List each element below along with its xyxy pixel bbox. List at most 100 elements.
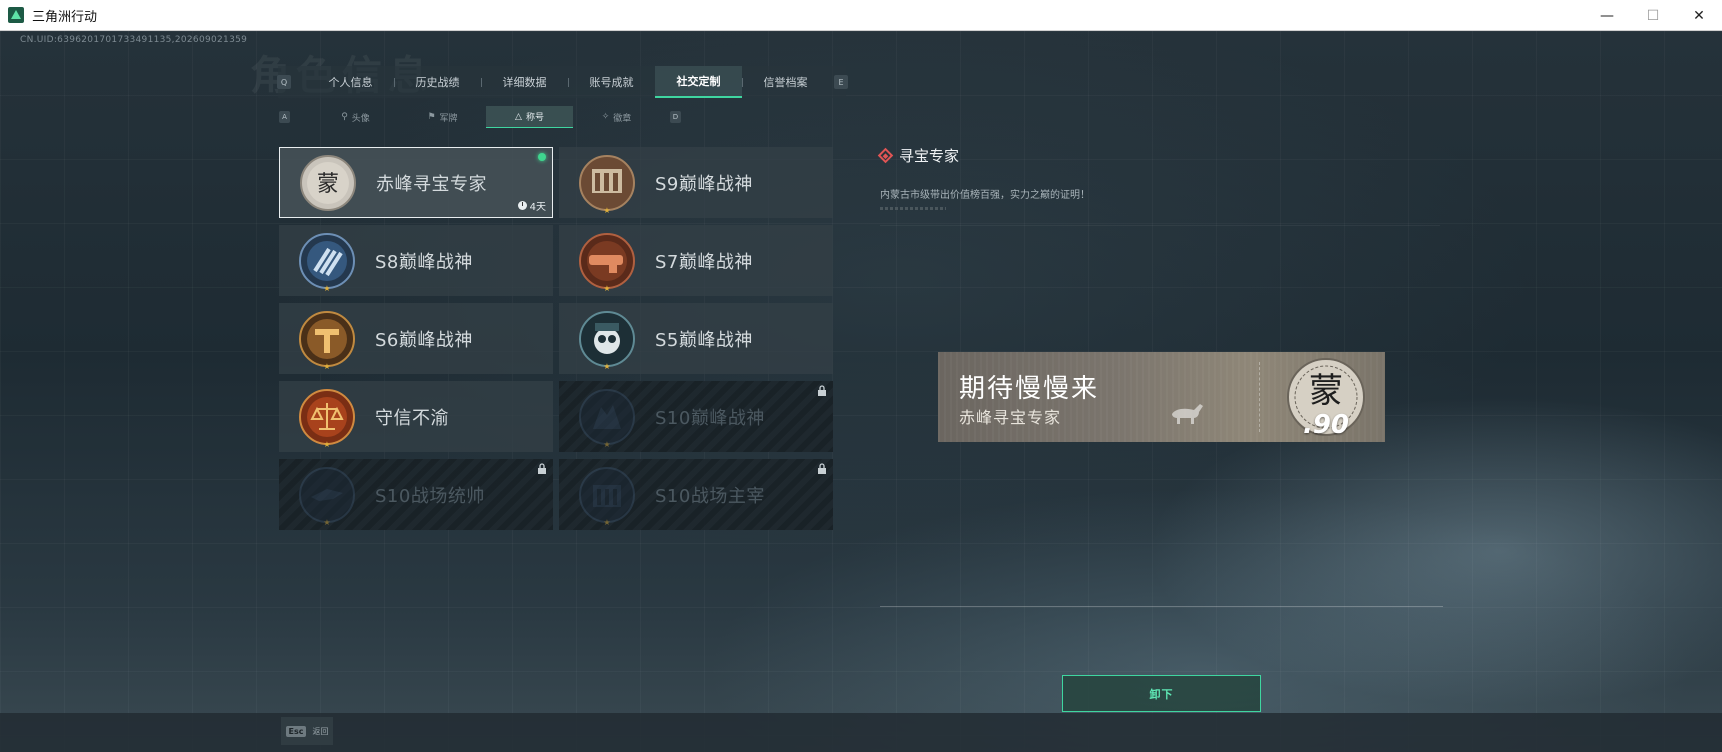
nameplate-number: .90 <box>1302 410 1349 440</box>
s7-badge-icon: ★ <box>579 232 635 293</box>
title-card-s8[interactable]: ★ S8巅峰战神 <box>279 225 553 296</box>
scales-badge-icon: ★ <box>299 388 355 449</box>
svg-text:蒙: 蒙 <box>317 172 339 197</box>
title-grid: 蒙 赤峰寻宝专家 4天 ★ S9巅峰战神 ★ S8巅峰战神 ★ S7巅峰战神 ★… <box>279 147 833 530</box>
subtab-prev-key[interactable]: A <box>279 111 290 123</box>
title-card-s10-commander[interactable]: ★ S10战场统帅 <box>279 459 553 530</box>
person-icon: ⚲ <box>341 112 348 122</box>
title-card-s5[interactable]: ★ S5巅峰战神 <box>559 303 833 374</box>
title-label: S5巅峰战神 <box>655 329 753 351</box>
title-label: 赤峰寻宝专家 <box>376 173 487 195</box>
lock-icon <box>818 463 826 474</box>
title-label: S9巅峰战神 <box>655 173 753 195</box>
close-button[interactable]: ✕ <box>1676 0 1722 31</box>
subtab-dogtag[interactable]: ⚑ 军牌 <box>399 106 486 128</box>
mongol-badge-icon: 蒙 <box>300 154 356 211</box>
title-label: S7巅峰战神 <box>655 251 753 273</box>
window-controls: — ☐ ✕ <box>1584 0 1722 31</box>
s10-dominator-badge-icon: ★ <box>579 466 635 527</box>
star-icon: ★ <box>603 439 611 449</box>
nameplate-emblem-char: 蒙 <box>1309 371 1343 411</box>
title-detail-panel: 寻宝专家 内蒙古市级带出价值榜百强，实力之巅的证明！ <box>877 145 1440 210</box>
title-card-s10-dominator[interactable]: ★ S10战场主宰 <box>559 459 833 530</box>
window-title: 三角洲行动 <box>32 9 98 25</box>
diamond-icon <box>877 147 894 164</box>
title-card-trustworthy[interactable]: ★ 守信不渝 <box>279 381 553 452</box>
title-label: 守信不渝 <box>375 407 449 429</box>
nameplate-divider <box>1259 362 1260 432</box>
maximize-button[interactable]: ☐ <box>1630 0 1676 31</box>
bottom-bar: Esc 返回 <box>0 713 1722 752</box>
app-logo-icon <box>8 7 24 23</box>
title-label: S10巅峰战神 <box>655 407 765 429</box>
title-card-chifeng[interactable]: 蒙 赤峰寻宝专家 4天 <box>279 147 553 218</box>
main-tabs: Q 个人信息 历史战绩 详细数据 账号成就 社交定制 信誉档案 E <box>277 66 848 98</box>
star-icon: ★ <box>323 361 331 371</box>
subtab-avatar-label: 头像 <box>351 113 370 124</box>
preview-rail <box>880 606 1443 607</box>
s5-badge-icon: ★ <box>579 310 635 371</box>
title-label: S8巅峰战神 <box>375 251 473 273</box>
star-icon: ★ <box>603 283 611 293</box>
expiry-timer: 4天 <box>517 198 546 213</box>
subtab-avatar[interactable]: ⚲ 头像 <box>312 106 399 128</box>
star-icon: ★ <box>323 439 331 449</box>
subtab-list: ⚲ 头像 ⚑ 军牌 △ 称号 ✧ 徽章 <box>312 106 660 128</box>
tag-icon: ⚑ <box>427 112 436 122</box>
nameplate-title: 赤峰寻宝专家 <box>959 408 1062 427</box>
background-grid <box>0 31 1722 752</box>
tab-prev-key[interactable]: Q <box>277 75 291 89</box>
subtab-title-label: 称号 <box>525 113 544 123</box>
unequip-button[interactable]: 卸下 <box>1062 675 1261 712</box>
tab-achievements[interactable]: 账号成就 <box>568 66 655 98</box>
lock-icon <box>818 385 826 396</box>
main-tab-list: 个人信息 历史战绩 详细数据 账号成就 社交定制 信誉档案 <box>307 66 829 98</box>
title-card-s7[interactable]: ★ S7巅峰战神 <box>559 225 833 296</box>
description-divider <box>880 207 946 210</box>
lock-icon <box>538 463 546 474</box>
s9-badge-icon: ★ <box>579 154 635 215</box>
uid-label: CN.UID:639620170173349113​5,202609021359 <box>20 35 248 45</box>
title-label: S10战场主宰 <box>655 485 765 507</box>
window-titlebar: 三角洲行动 — ☐ ✕ <box>0 0 1722 31</box>
star-icon: ★ <box>603 205 611 215</box>
triangle-icon: △ <box>515 111 522 122</box>
minimize-button[interactable]: — <box>1584 0 1630 31</box>
star-icon: ★ <box>323 283 331 293</box>
s6-badge-icon: ★ <box>299 310 355 371</box>
tab-next-key[interactable]: E <box>834 75 848 89</box>
title-label: S10战场统帅 <box>375 485 485 507</box>
subtab-medal-label: 徽章 <box>613 113 632 124</box>
medal-icon: ✧ <box>601 112 610 122</box>
tab-social-custom[interactable]: 社交定制 <box>655 66 742 98</box>
tab-detailed-data[interactable]: 详细数据 <box>481 66 568 98</box>
star-icon: ★ <box>323 517 331 527</box>
back-button[interactable]: Esc 返回 <box>281 717 333 745</box>
back-label: 返回 <box>312 726 329 736</box>
tab-history[interactable]: 历史战绩 <box>394 66 481 98</box>
s8-badge-icon: ★ <box>299 232 355 293</box>
s10-commander-badge-icon: ★ <box>299 466 355 527</box>
subtab-title[interactable]: △ 称号 <box>486 106 573 128</box>
subtab-medal[interactable]: ✧ 徽章 <box>573 106 660 128</box>
s10-badge-icon: ★ <box>579 388 635 449</box>
detail-description: 内蒙古市级带出价值榜百强，实力之巅的证明！ <box>880 190 1090 201</box>
detail-heading: 寻宝专家 <box>877 145 1440 166</box>
equipped-indicator <box>538 153 546 161</box>
detail-title: 寻宝专家 <box>899 147 960 165</box>
horse-icon <box>1172 404 1203 424</box>
nameplate-preview: 期待慢慢来 赤峰寻宝专家 蒙 .90 <box>938 352 1385 442</box>
title-card-s9[interactable]: ★ S9巅峰战神 <box>559 147 833 218</box>
game-viewport: CN.UID:639620170173349113​5,202609021359… <box>0 31 1722 752</box>
title-label: S6巅峰战神 <box>375 329 473 351</box>
star-icon: ★ <box>603 517 611 527</box>
esc-key: Esc <box>285 725 307 737</box>
tab-personal-info[interactable]: 个人信息 <box>307 66 394 98</box>
subtab-dogtag-label: 军牌 <box>439 113 458 124</box>
title-card-s10-champion[interactable]: ★ S10巅峰战神 <box>559 381 833 452</box>
tab-reputation[interactable]: 信誉档案 <box>742 66 829 98</box>
sub-tabs: A ⚲ 头像 ⚑ 军牌 △ 称号 ✧ 徽章 D <box>279 106 681 128</box>
nameplate-player-name: 期待慢慢来 <box>959 374 1100 404</box>
subtab-next-key[interactable]: D <box>670 111 681 123</box>
title-card-s6[interactable]: ★ S6巅峰战神 <box>279 303 553 374</box>
